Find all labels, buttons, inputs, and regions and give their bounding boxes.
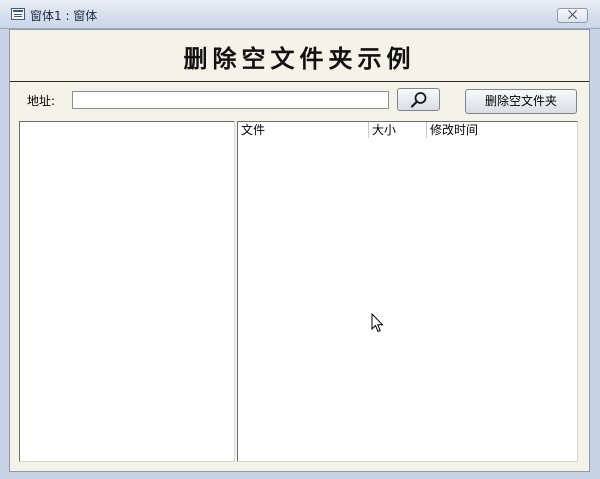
- mouse-pointer-icon: [371, 313, 384, 333]
- form-header: 删除空文件夹示例: [10, 30, 589, 82]
- window-title: 窗体1 : 窗体: [30, 9, 98, 23]
- column-header-file[interactable]: 文件: [238, 122, 369, 138]
- folder-tree[interactable]: [19, 121, 235, 462]
- delete-empty-folders-button[interactable]: 删除空文件夹: [465, 89, 577, 114]
- column-header-modified-time[interactable]: 修改时间: [427, 122, 577, 138]
- file-list[interactable]: 文件 大小 修改时间: [237, 121, 578, 462]
- search-button[interactable]: [397, 88, 440, 111]
- search-icon: [410, 92, 427, 108]
- window-bottom-border: [0, 472, 600, 479]
- window-titlebar[interactable]: 窗体1 : 窗体 ⨉: [0, 0, 600, 29]
- address-label: 地址:: [27, 94, 56, 108]
- close-button[interactable]: ⨉: [557, 8, 588, 23]
- form-body: 删除空文件夹示例 地址: 删除空文件夹 文件 大小 修改时间: [9, 29, 590, 472]
- page-title: 删除空文件夹示例: [183, 44, 416, 73]
- address-input[interactable]: [72, 91, 389, 109]
- column-header-size[interactable]: 大小: [369, 122, 427, 138]
- close-icon: ⨉: [567, 8, 578, 22]
- form-window-icon: [11, 8, 25, 20]
